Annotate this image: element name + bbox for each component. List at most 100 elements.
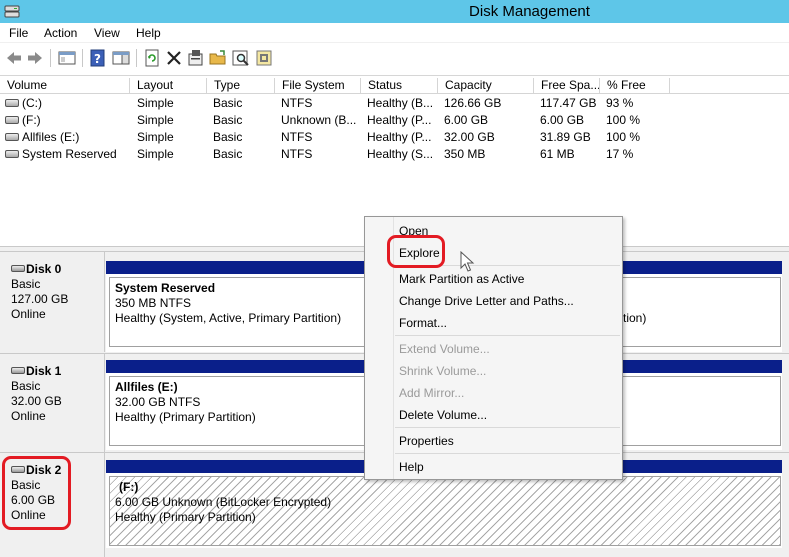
volume-status: Healthy (B... (367, 96, 434, 110)
properties-pane-icon[interactable] (111, 48, 131, 68)
volume-free-space: 117.47 GB (540, 96, 597, 110)
partition-name: (F:) (119, 480, 139, 494)
partition-status: Healthy (Primary Partition) (115, 510, 256, 524)
disk-icon (11, 367, 25, 374)
volume-layout: Simple (137, 96, 174, 110)
volume-free-space: 6.00 GB (540, 113, 585, 127)
column-header-percent-free[interactable]: % Free (600, 78, 670, 94)
volume-layout: Simple (137, 147, 174, 161)
volume-name: Allfiles (E:) (22, 130, 80, 144)
toolbar-separator (136, 49, 137, 67)
disk-state: Online (11, 307, 46, 321)
menu-view[interactable]: View (94, 26, 120, 40)
volume-free-space: 31.89 GB (540, 130, 591, 144)
column-header-volume[interactable]: Volume (0, 78, 130, 94)
volume-row[interactable]: System Reserved Simple Basic NTFS Health… (0, 146, 789, 163)
window-title: Disk Management (469, 3, 590, 20)
menu-item-help[interactable]: Help (399, 460, 424, 474)
volume-status: Healthy (P... (367, 113, 432, 127)
menu-item-change-drive-letter[interactable]: Change Drive Letter and Paths... (399, 294, 574, 308)
volume-capacity: 126.66 GB (444, 96, 502, 110)
menu-separator (395, 453, 620, 454)
open-icon[interactable] (208, 48, 228, 68)
menu-item-shrink-volume: Shrink Volume... (399, 364, 487, 378)
disk-size: 32.00 GB (11, 394, 62, 408)
menu-action[interactable]: Action (44, 26, 77, 40)
settings-icon[interactable] (254, 48, 274, 68)
menu-bar: File Action View Help (0, 23, 789, 43)
volume-capacity: 350 MB (444, 147, 486, 161)
column-header-type[interactable]: Type (207, 78, 275, 94)
column-header-file-system[interactable]: File System (275, 78, 361, 94)
volume-file-system: NTFS (281, 96, 313, 110)
mouse-cursor-icon (460, 250, 476, 273)
menu-help[interactable]: Help (136, 26, 161, 40)
drive-icon (5, 133, 19, 141)
volume-row[interactable]: Allfiles (E:) Simple Basic NTFS Healthy … (0, 129, 789, 146)
disk-icon (11, 265, 25, 272)
volume-type: Basic (213, 130, 243, 144)
back-icon[interactable] (4, 48, 24, 68)
volume-name: (C:) (22, 96, 42, 110)
explore-highlight (387, 235, 445, 268)
menu-file[interactable]: File (9, 26, 28, 40)
volume-status: Healthy (S... (367, 147, 434, 161)
menu-separator (395, 427, 620, 428)
partition-size-fs: 6.00 GB Unknown (BitLocker Encrypted) (115, 495, 332, 509)
volume-row[interactable]: (C:) Simple Basic NTFS Healthy (B... 126… (0, 95, 789, 112)
column-header-status[interactable]: Status (361, 78, 438, 94)
delete-icon[interactable] (164, 48, 184, 68)
partition-status: Healthy (System, Active, Primary Partiti… (115, 311, 342, 325)
volume-type: Basic (213, 147, 243, 161)
title-bar: Disk Management (0, 0, 789, 23)
menu-item-delete-volume[interactable]: Delete Volume... (399, 408, 487, 422)
disk-type: Basic (11, 379, 41, 393)
disk-name: Disk 1 (26, 364, 62, 378)
disk-2-highlight (2, 456, 71, 530)
disk-0-label[interactable]: Disk 0 Basic 127.00 GB Online (2, 252, 105, 352)
volume-status: Healthy (P... (367, 130, 432, 144)
toolbar-separator (50, 49, 51, 67)
volume-list-header: Volume Layout Type File System Status Ca… (0, 76, 789, 94)
help-icon[interactable]: ? (88, 48, 108, 68)
disk-name: Disk 0 (26, 262, 62, 276)
partition-status-visible-tail: tion) (623, 311, 647, 325)
volume-type: Basic (213, 113, 243, 127)
volume-percent-free: 100 % (606, 130, 641, 144)
disk-size: 127.00 GB (11, 292, 69, 306)
volume-percent-free: 17 % (606, 147, 634, 161)
partition-f-drive[interactable]: (F:) 6.00 GB Unknown (BitLocker Encrypte… (109, 476, 781, 546)
search-icon[interactable] (231, 48, 251, 68)
menu-item-properties[interactable]: Properties (399, 434, 454, 448)
volume-free-space: 61 MB (540, 147, 575, 161)
toolbar-separator (82, 49, 83, 67)
refresh-icon[interactable] (142, 48, 162, 68)
console-icon[interactable] (57, 48, 77, 68)
volume-capacity: 32.00 GB (444, 130, 495, 144)
menu-separator (395, 335, 620, 336)
menu-item-add-mirror: Add Mirror... (399, 386, 465, 400)
column-header-capacity[interactable]: Capacity (438, 78, 534, 94)
volume-file-system: NTFS (281, 147, 313, 161)
volume-row[interactable]: (F:) Simple Basic Unknown (B... Healthy … (0, 112, 789, 129)
menu-item-extend-volume: Extend Volume... (399, 342, 490, 356)
volume-file-system: Unknown (B... (281, 113, 357, 127)
volume-type: Basic (213, 96, 243, 110)
volume-layout: Simple (137, 113, 174, 127)
properties-icon[interactable] (186, 48, 206, 68)
volume-file-system: NTFS (281, 130, 313, 144)
volume-percent-free: 100 % (606, 113, 641, 127)
drive-icon (5, 116, 19, 124)
disk-1-label[interactable]: Disk 1 Basic 32.00 GB Online (2, 354, 105, 452)
svg-text:?: ? (94, 52, 101, 66)
column-header-free-space[interactable]: Free Spa... (534, 78, 600, 94)
forward-icon[interactable] (25, 48, 45, 68)
volume-percent-free: 93 % (606, 96, 634, 110)
column-header-layout[interactable]: Layout (130, 78, 207, 94)
menu-item-mark-active[interactable]: Mark Partition as Active (399, 272, 524, 286)
volume-name: System Reserved (22, 147, 117, 161)
menu-item-format[interactable]: Format... (399, 316, 447, 330)
volume-layout: Simple (137, 130, 174, 144)
volume-capacity: 6.00 GB (444, 113, 489, 127)
volume-name: (F:) (22, 113, 41, 127)
